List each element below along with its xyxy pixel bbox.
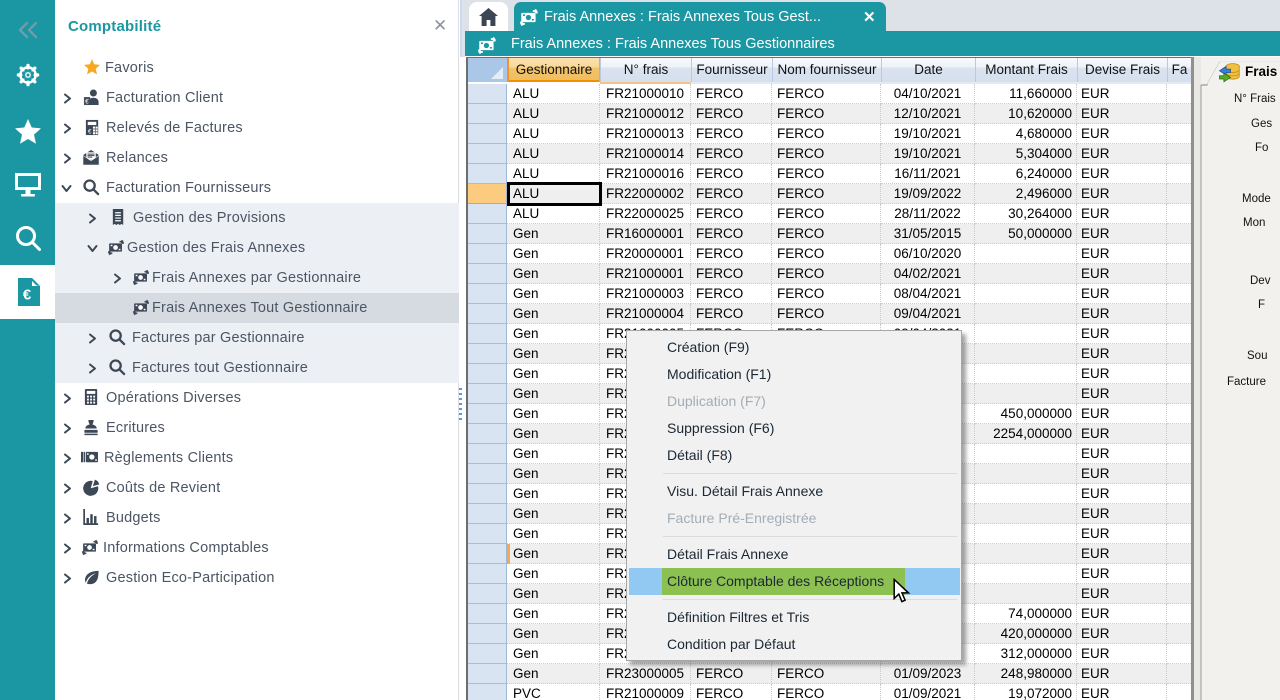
svg-text:€: € xyxy=(85,98,89,105)
svg-text:€: € xyxy=(88,129,92,136)
svg-text:€: € xyxy=(22,287,31,304)
